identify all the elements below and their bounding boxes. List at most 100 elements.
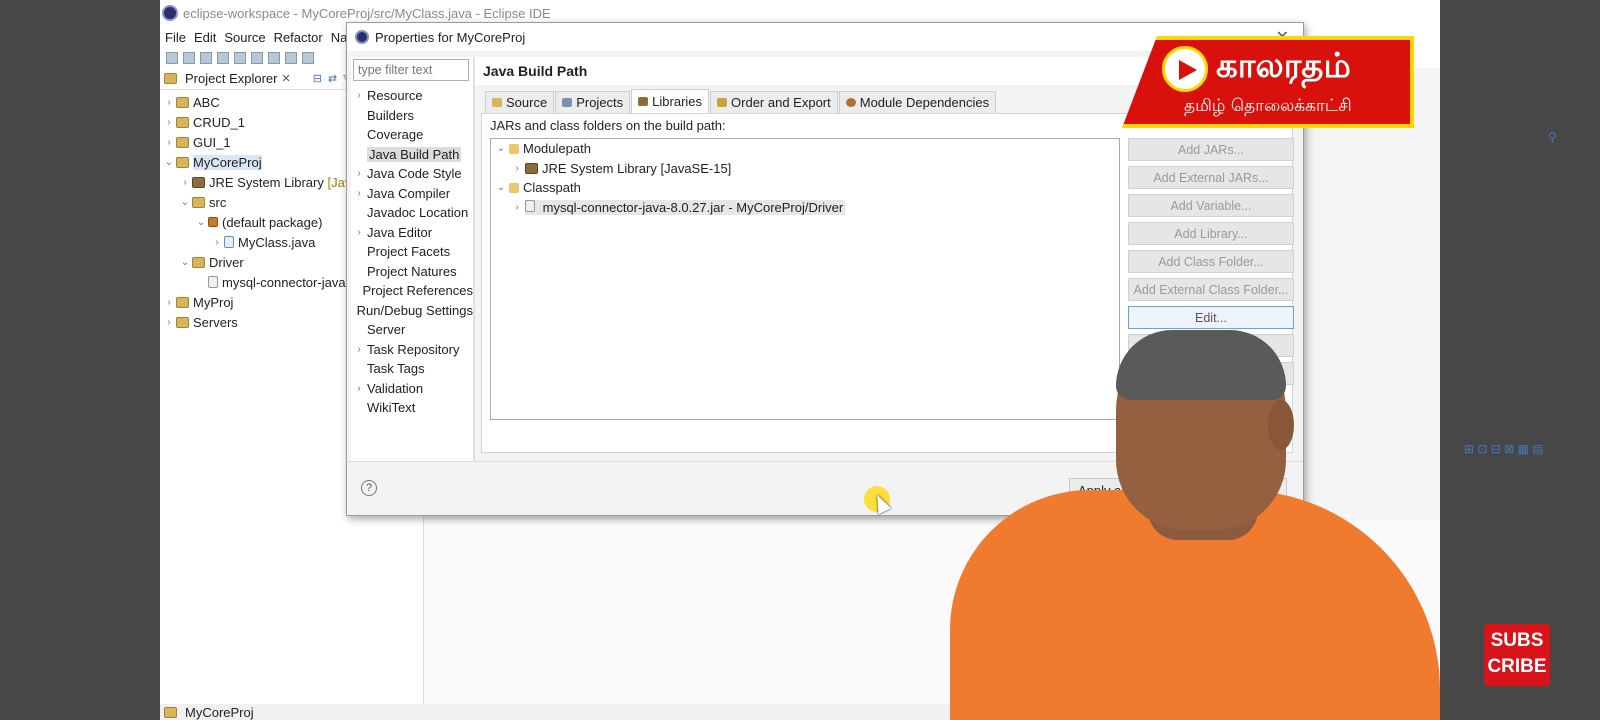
tab-projects[interactable]: Projects — [555, 91, 631, 113]
expand-icon[interactable]: › — [162, 297, 176, 308]
nav-item-java-compiler[interactable]: › Java Compiler — [351, 184, 473, 204]
folder-icon — [176, 316, 189, 328]
menu-source[interactable]: Source — [224, 30, 265, 45]
collapse-icon[interactable]: ⌄ — [178, 197, 192, 208]
skip-icon[interactable] — [251, 52, 263, 64]
nav-item-javadoc-location[interactable]: Javadoc Location — [351, 203, 473, 223]
outline-icon[interactable]: ⚲ — [1548, 130, 1557, 144]
debug-icon[interactable] — [217, 52, 229, 64]
collapse-icon[interactable]: ⌄ — [493, 182, 509, 193]
link-editor-icon[interactable]: ⇄ — [328, 72, 337, 85]
nav-item-builders[interactable]: Builders — [351, 106, 473, 126]
tab-source[interactable]: Source — [485, 91, 555, 113]
chevron-down-icon[interactable]: ⌄ — [1548, 156, 1558, 170]
play-emblem-icon — [1162, 46, 1208, 92]
projects-icon — [562, 98, 573, 107]
new-icon[interactable] — [166, 52, 178, 64]
nav-item-coverage[interactable]: Coverage — [351, 125, 473, 145]
expand-icon[interactable]: › — [351, 227, 367, 238]
collapse-all-icon[interactable]: ⊟ — [313, 72, 322, 85]
expand-icon[interactable]: › — [178, 177, 192, 188]
nav-item-validation[interactable]: › Validation — [351, 379, 473, 399]
node-label: ABC — [193, 94, 220, 110]
menu-edit[interactable]: Edit — [194, 30, 216, 45]
nav-label: Run/Debug Settings — [356, 302, 473, 318]
channel-logo: காலரதம் தமிழ் தொலைக்காட்சி — [1130, 40, 1410, 124]
nav-label: Task Tags — [367, 361, 425, 377]
filter-input[interactable]: type filter text — [353, 59, 469, 81]
collapse-icon[interactable]: ⌄ — [178, 257, 192, 268]
expand-icon[interactable]: › — [351, 90, 367, 101]
nav-item-project-natures[interactable]: Project Natures — [351, 262, 473, 282]
collapse-icon[interactable]: ⌄ — [194, 217, 208, 228]
nav-item-project-facets[interactable]: Project Facets — [351, 242, 473, 262]
node-label: mysql-connector-java-8.0.27.jar - MyCore… — [542, 199, 844, 215]
nav-item-task-tags[interactable]: Task Tags — [351, 359, 473, 379]
view-toolbar[interactable]: ⊞ ⊡ ⊟ ⊠ ▦ ▤ — [1464, 442, 1544, 456]
subscribe-badge[interactable]: SUBS CRIBE — [1484, 624, 1550, 686]
expand-icon[interactable]: › — [162, 317, 176, 328]
nav-label: Server — [367, 322, 406, 338]
tab-libraries[interactable]: Libraries — [631, 89, 710, 113]
eclipse-icon — [162, 5, 178, 21]
save-icon[interactable] — [183, 52, 195, 64]
jar-file-icon — [525, 199, 535, 212]
nav-label: Java Build Path — [367, 146, 462, 162]
save-all-icon[interactable] — [200, 52, 212, 64]
expand-icon[interactable]: › — [351, 383, 367, 394]
edit-button[interactable]: Edit... — [1128, 306, 1294, 329]
collapse-icon[interactable]: ⌄ — [493, 143, 509, 154]
expand-icon[interactable]: › — [162, 117, 176, 128]
tab-order-and-export[interactable]: Order and Export — [710, 91, 838, 113]
expand-icon[interactable]: › — [509, 163, 525, 174]
resume-icon[interactable] — [268, 52, 280, 64]
node-label: MyClass.java — [238, 234, 316, 250]
suspend-icon[interactable] — [285, 52, 297, 64]
tree-node-jre-system-library[interactable]: › JRE System Library [JavaSE-15] — [491, 159, 1119, 179]
build-path-tabs: Source Projects Libraries Order and Expo… — [485, 89, 997, 113]
tree-node-classpath[interactable]: ⌄ Classpath — [491, 178, 1119, 198]
window-title: eclipse-workspace - MyCoreProj/src/MyCla… — [183, 5, 551, 21]
nav-item-run-debug-settings[interactable]: Run/Debug Settings — [351, 301, 473, 321]
help-icon[interactable]: ? — [361, 480, 377, 496]
stop-icon[interactable] — [302, 52, 314, 64]
expand-icon[interactable]: › — [351, 188, 367, 199]
nav-label: Builders — [367, 107, 414, 123]
add-external-class-folder-button[interactable]: Add External Class Folder... — [1128, 278, 1294, 301]
nav-label: Validation — [367, 380, 424, 396]
node-label: Classpath — [523, 180, 581, 196]
expand-icon[interactable]: › — [210, 237, 224, 248]
folder-icon — [192, 256, 205, 268]
selected-jar[interactable]: mysql-connector-java-8.0.27.jar - MyCore… — [525, 199, 846, 215]
node-label: Driver — [209, 254, 244, 270]
tree-node-mysql-connector[interactable]: › mysql-connector-java-8.0.27.jar - MyCo… — [491, 198, 1119, 218]
nav-item-wikitext[interactable]: WikiText — [351, 398, 473, 418]
menu-refactor[interactable]: Refactor — [274, 30, 323, 45]
nav-item-java-editor[interactable]: › Java Editor — [351, 223, 473, 243]
tab-module-dependencies[interactable]: Module Dependencies — [838, 91, 997, 113]
add-jars-button[interactable]: Add JARs... — [1128, 138, 1294, 161]
menu-file[interactable]: File — [165, 30, 186, 45]
nav-item-resource[interactable]: › Resource — [351, 86, 473, 106]
nav-item-task-repository[interactable]: › Task Repository — [351, 340, 473, 360]
add-class-folder-button[interactable]: Add Class Folder... — [1128, 250, 1294, 273]
nav-item-server[interactable]: Server — [351, 320, 473, 340]
nav-item-project-references[interactable]: Project References — [351, 281, 473, 301]
nav-item-java-build-path[interactable]: Java Build Path — [351, 145, 473, 165]
close-icon[interactable]: ✕ — [281, 72, 290, 85]
nav-item-java-code-style[interactable]: › Java Code Style — [351, 164, 473, 184]
expand-icon[interactable]: › — [351, 168, 367, 179]
add-library-button[interactable]: Add Library... — [1128, 222, 1294, 245]
add-variable-button[interactable]: Add Variable... — [1128, 194, 1294, 217]
expand-icon[interactable]: › — [162, 137, 176, 148]
expand-icon[interactable]: › — [162, 97, 176, 108]
nav-label: Project Natures — [367, 263, 457, 279]
presenter-hair — [1116, 330, 1286, 400]
add-external-jars-button[interactable]: Add External JARs... — [1128, 166, 1294, 189]
expand-icon[interactable]: › — [351, 344, 367, 355]
collapse-icon[interactable]: ⌄ — [162, 157, 176, 168]
terminal-icon[interactable] — [234, 52, 246, 64]
folder-icon — [192, 196, 205, 208]
expand-icon[interactable]: › — [509, 202, 525, 213]
tree-node-modulepath[interactable]: ⌄ Modulepath — [491, 139, 1119, 159]
